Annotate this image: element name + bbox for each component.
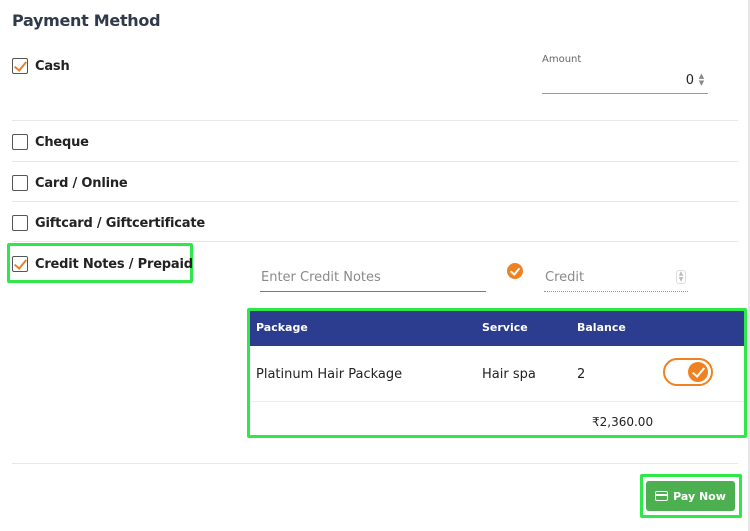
method-cash[interactable]: Cash <box>12 56 70 76</box>
page-title: Payment Method <box>12 11 161 30</box>
package-table: Package Service Balance Platinum Hair Pa… <box>250 311 744 435</box>
table-row: Platinum Hair Package Hair spa 2 <box>250 346 744 402</box>
header-balance: Balance <box>577 321 626 334</box>
pay-now-button[interactable]: Pay Now <box>646 481 735 511</box>
cell-service: Hair spa <box>482 367 536 382</box>
select-package-toggle[interactable] <box>663 358 713 386</box>
method-credit-notes[interactable]: Credit Notes / Prepaid <box>12 254 193 274</box>
giftcard-checkbox[interactable] <box>12 215 28 231</box>
cell-package: Platinum Hair Package <box>256 367 403 382</box>
giftcard-label: Giftcard / Giftcertificate <box>35 215 206 231</box>
credit-notes-label: Credit Notes / Prepaid <box>35 256 193 272</box>
credit-card-icon <box>655 491 669 501</box>
method-giftcard[interactable]: Giftcard / Giftcertificate <box>12 213 205 233</box>
cheque-label: Cheque <box>35 134 89 150</box>
credit-field[interactable]: Credit ▲ ▼ <box>544 263 688 292</box>
check-icon <box>688 362 708 382</box>
amount-label: Amount <box>542 54 582 65</box>
cell-balance: 2 <box>577 367 586 382</box>
header-service: Service <box>482 321 528 334</box>
credit-notes-input[interactable]: Enter Credit Notes <box>260 263 486 292</box>
credit-spinner-icon[interactable]: ▲ ▼ <box>676 270 686 284</box>
divider <box>12 463 738 464</box>
divider <box>12 201 738 202</box>
divider <box>12 161 738 162</box>
credit-notes-placeholder: Enter Credit Notes <box>261 269 381 285</box>
method-cheque[interactable]: Cheque <box>12 132 89 152</box>
credit-placeholder: Credit <box>545 269 585 285</box>
amount-input[interactable]: 0 ▲ ▼ <box>542 68 708 94</box>
cash-label: Cash <box>35 58 70 74</box>
total-amount: ₹2,360.00 <box>592 415 654 429</box>
credit-notes-checkbox[interactable] <box>12 256 28 272</box>
cheque-checkbox[interactable] <box>12 134 28 150</box>
cash-checkbox[interactable] <box>12 58 28 74</box>
card-online-label: Card / Online <box>35 175 128 191</box>
check-circle-icon[interactable] <box>507 263 523 279</box>
header-package: Package <box>256 321 308 334</box>
table-header: Package Service Balance <box>250 311 744 346</box>
divider <box>12 120 738 121</box>
amount-value: 0 <box>685 73 694 88</box>
amount-spinner-icon[interactable]: ▲ ▼ <box>697 73 706 87</box>
method-card-online[interactable]: Card / Online <box>12 173 128 193</box>
card-online-checkbox[interactable] <box>12 175 28 191</box>
pay-now-label: Pay Now <box>673 489 726 503</box>
divider <box>12 241 738 242</box>
